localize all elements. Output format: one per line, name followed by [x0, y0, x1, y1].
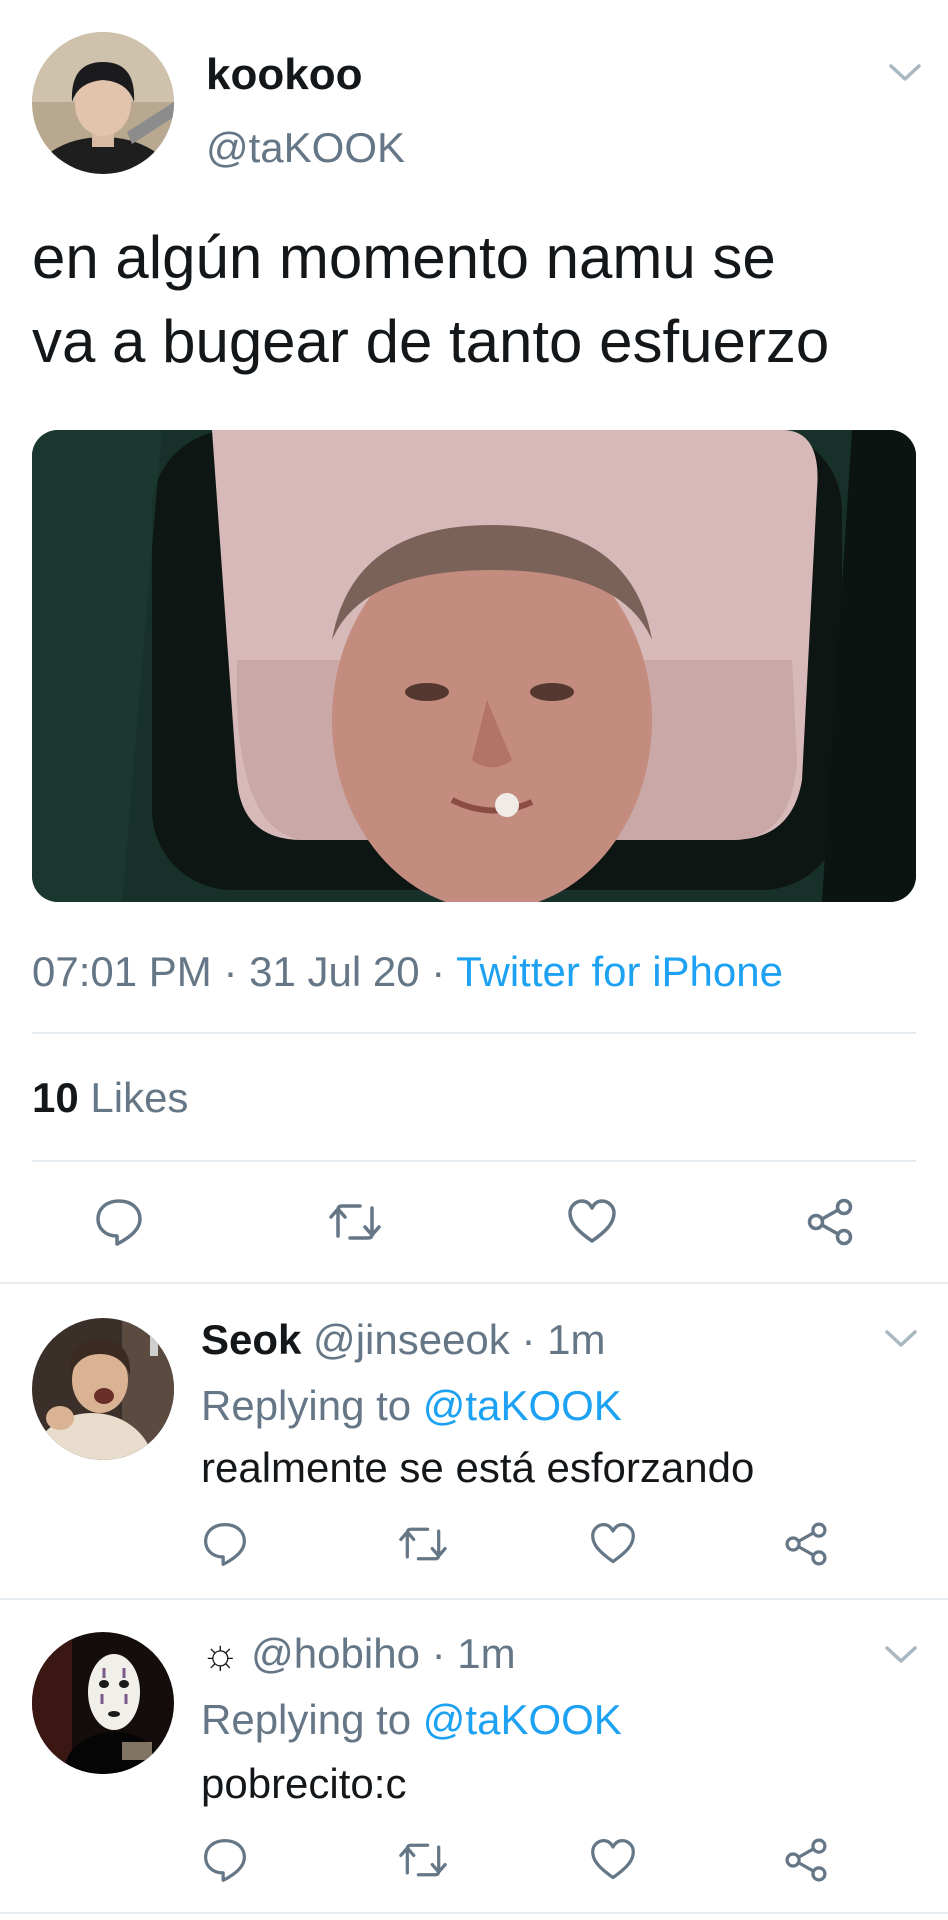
section-divider	[0, 1912, 948, 1914]
reply-author-handle[interactable]: @jinseeok	[301, 1316, 510, 1363]
reply-icon[interactable]	[201, 1836, 249, 1884]
replying-to-handle[interactable]: @taKOOK	[423, 1382, 622, 1429]
like-icon[interactable]	[566, 1196, 618, 1248]
retweet-icon[interactable]	[326, 1196, 384, 1248]
section-divider	[0, 1598, 948, 1600]
reply-avatar[interactable]	[32, 1318, 174, 1460]
reply-author-handle[interactable]: @hobiho	[240, 1630, 420, 1677]
tweet-text-line-1: en algún momento namu se	[32, 224, 776, 291]
author-avatar[interactable]	[32, 32, 174, 174]
reply-text: realmente se está esforzando	[201, 1444, 755, 1491]
tweet-date: 31 Jul 20	[249, 948, 420, 995]
retweet-icon[interactable]	[396, 1836, 450, 1884]
share-icon[interactable]	[782, 1836, 830, 1884]
reply-icon[interactable]	[201, 1520, 249, 1568]
author-handle[interactable]: @taKOOK	[206, 124, 405, 172]
chevron-down-icon[interactable]	[884, 1644, 918, 1666]
replying-prefix: Replying to	[201, 1382, 423, 1429]
retweet-icon[interactable]	[396, 1520, 450, 1568]
replying-to: Replying to @taKOOK	[201, 1696, 622, 1744]
reply-author-name[interactable]: ☼	[201, 1630, 240, 1677]
share-icon[interactable]	[804, 1196, 856, 1248]
meta-separator: ·	[211, 948, 250, 995]
reply-text: pobrecito:c	[201, 1760, 407, 1807]
likes-count[interactable]: 10 Likes	[32, 1074, 188, 1122]
share-icon[interactable]	[782, 1520, 830, 1568]
tweet-source-link[interactable]: Twitter for iPhone	[456, 948, 783, 995]
reply-author-name[interactable]: Seok	[201, 1316, 301, 1363]
reply-icon[interactable]	[93, 1196, 145, 1248]
reply-time: · 1m	[419, 1630, 516, 1677]
chevron-down-icon[interactable]	[888, 62, 922, 84]
like-icon[interactable]	[589, 1836, 637, 1884]
tweet-time: 07:01 PM	[32, 948, 212, 995]
reply-header: Seok @jinseeok · 1m	[201, 1316, 605, 1364]
reply-avatar[interactable]	[32, 1632, 174, 1774]
author-name[interactable]: kookoo	[206, 50, 362, 100]
replying-to-handle[interactable]: @taKOOK	[423, 1696, 622, 1743]
tweet-meta: 07:01 PM · 31 Jul 20 · Twitter for iPhon…	[32, 948, 783, 996]
replying-to: Replying to @taKOOK	[201, 1382, 622, 1430]
divider	[32, 1160, 916, 1162]
reply-header: ☼ @hobiho · 1m	[201, 1630, 516, 1678]
likes-number: 10	[32, 1074, 79, 1121]
section-divider	[0, 1282, 948, 1284]
tweet-media-image[interactable]	[32, 430, 916, 902]
replying-prefix: Replying to	[201, 1696, 423, 1743]
like-icon[interactable]	[589, 1520, 637, 1568]
reply-time: · 1m	[509, 1316, 606, 1363]
likes-label: Likes	[78, 1074, 189, 1121]
meta-separator: ·	[419, 948, 457, 995]
tweet-text-line-2: va a bugear de tanto esfuerzo	[32, 308, 830, 375]
divider	[32, 1032, 916, 1034]
chevron-down-icon[interactable]	[884, 1328, 918, 1350]
